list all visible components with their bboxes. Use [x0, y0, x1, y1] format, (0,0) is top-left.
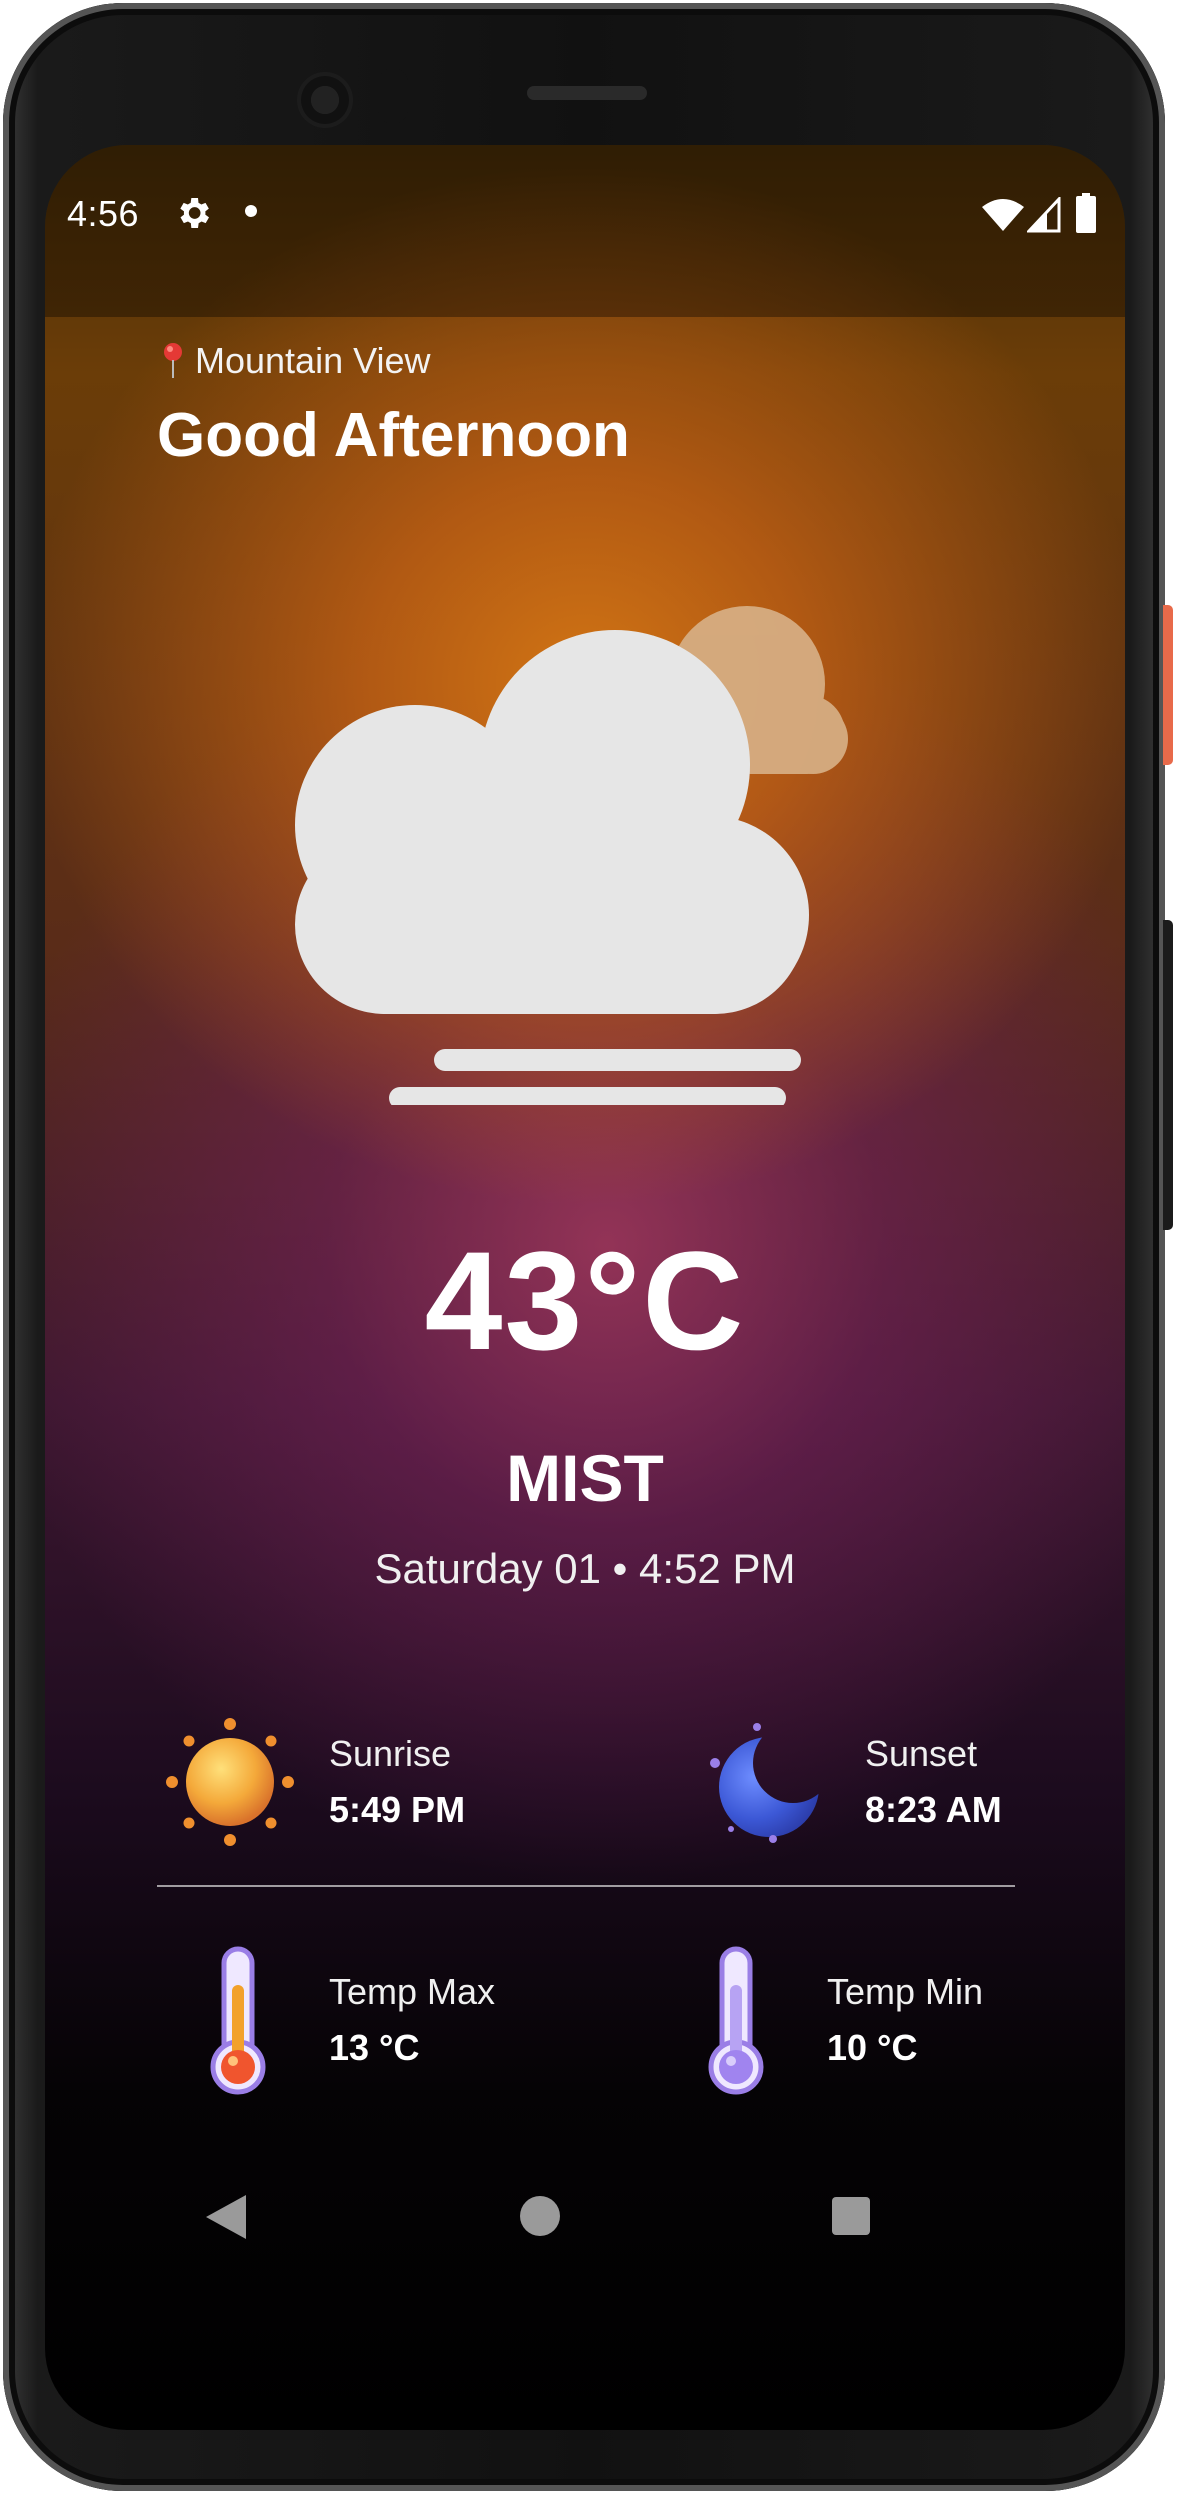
sun-icon — [166, 1718, 294, 1846]
recents-icon[interactable] — [832, 2197, 870, 2235]
location-name: Mountain View — [195, 340, 431, 381]
battery-icon — [1076, 193, 1096, 233]
navigation-bar — [45, 2270, 1125, 2370]
status-time: 4:56 — [67, 193, 140, 234]
temp-max-info: Temp Max 13 °C — [205, 1945, 495, 2095]
notification-dot — [245, 205, 257, 217]
details-divider — [157, 1885, 1015, 1887]
moon-icon — [710, 1723, 819, 1843]
volume-button — [1163, 920, 1173, 1230]
temp-min-info: Temp Min 10 °C — [703, 1945, 983, 2095]
status-bar: 4:56 — [45, 145, 1125, 317]
temp-max-label: Temp Max — [329, 1971, 496, 2012]
weather-condition: MIST — [506, 1441, 664, 1515]
sunset-time: 8:23 AM — [865, 1789, 1002, 1830]
sunrise-time: 5:49 PM — [329, 1789, 466, 1830]
back-icon[interactable] — [206, 2195, 246, 2239]
app-screen: 4:56 Mountain View Good Afternoon 43°C M… — [45, 145, 1125, 2430]
sunset-label: Sunset — [865, 1733, 978, 1774]
temp-min-value: 10 °C — [827, 2027, 918, 2068]
location[interactable]: Mountain View — [161, 340, 430, 382]
sunrise-label: Sunrise — [329, 1733, 452, 1774]
thermometer-cold-icon — [708, 1946, 764, 2095]
mist-cloud-icon — [295, 606, 848, 1105]
date-time: Saturday 01 • 4:52 PM — [374, 1545, 796, 1592]
sunset-info: Sunset 8:23 AM — [701, 1717, 1002, 1847]
thermometer-hot-icon — [210, 1946, 266, 2095]
signal-icon — [1027, 197, 1061, 233]
location-pin-icon — [164, 343, 182, 378]
wifi-icon — [982, 199, 1024, 231]
front-camera — [297, 72, 353, 128]
temp-max-value: 13 °C — [329, 2027, 420, 2068]
gear-icon — [180, 198, 209, 228]
sunrise-info: Sunrise 5:49 PM — [165, 1717, 465, 1847]
home-icon[interactable] — [520, 2196, 560, 2236]
current-temperature: 43°C — [424, 1222, 746, 1379]
power-button — [1163, 605, 1173, 765]
temp-min-label: Temp Min — [827, 1971, 984, 2012]
proximity-sensor — [378, 68, 408, 124]
earpiece-speaker — [527, 86, 647, 100]
greeting-title: Good Afternoon — [157, 401, 630, 470]
